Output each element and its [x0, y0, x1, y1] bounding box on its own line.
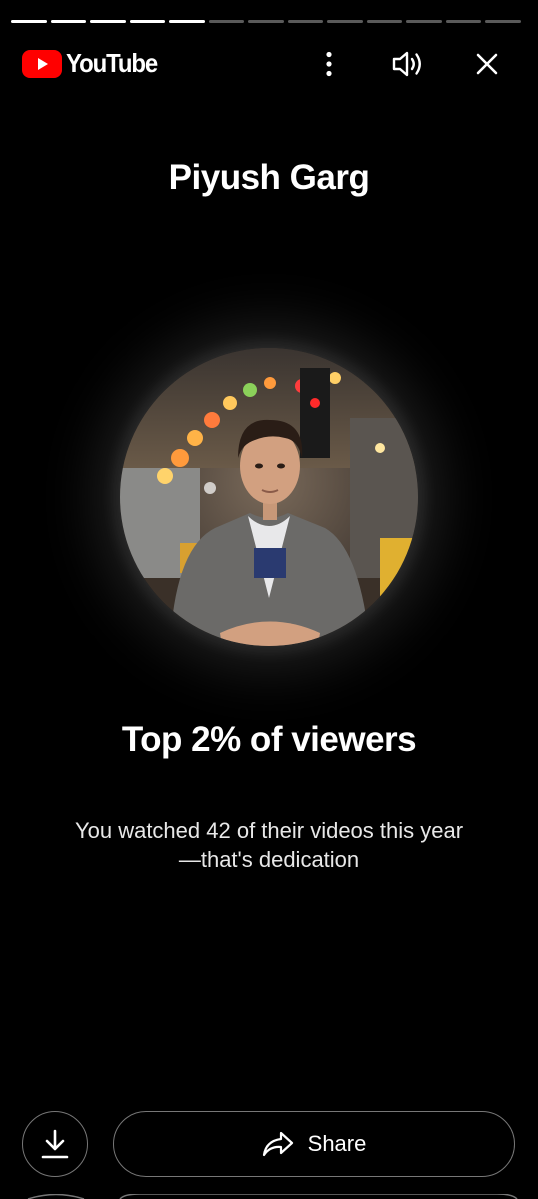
share-button[interactable]: Share — [113, 1111, 515, 1177]
progress-segment — [485, 20, 521, 23]
summary-message: You watched 42 of their videos this year… — [40, 816, 498, 874]
top-bar: YouTube — [0, 40, 538, 86]
share-label: Share — [307, 1131, 367, 1156]
logo-text: YouTube — [66, 48, 158, 78]
progress-segment — [11, 20, 47, 23]
close-icon — [476, 53, 498, 75]
share-arrow-icon — [262, 1131, 293, 1157]
progress-segment — [445, 20, 482, 23]
more-options-button[interactable] — [309, 44, 349, 84]
close-button[interactable] — [467, 44, 507, 84]
progress-segment — [248, 20, 284, 23]
summary-message-line1: You watched 42 of their videos this year — [74, 818, 464, 843]
download-icon — [41, 1129, 69, 1159]
progress-segment — [327, 20, 363, 23]
rank-title: Top 2% of viewers — [121, 720, 417, 759]
progress-segment — [129, 20, 166, 23]
story-progress-bar — [11, 20, 521, 23]
summary-message-line2: —that's dedication — [178, 847, 360, 872]
creator-avatar — [120, 348, 418, 646]
sound-button[interactable] — [388, 44, 428, 84]
more-vertical-icon — [326, 51, 332, 77]
volume-icon — [392, 51, 421, 77]
progress-segment — [406, 20, 442, 23]
creator-name: Piyush Garg — [168, 158, 370, 197]
progress-segment — [366, 20, 403, 23]
progress-segment — [90, 20, 126, 23]
progress-segment — [208, 20, 245, 23]
youtube-logo: YouTube — [22, 48, 165, 79]
bottom-edge-decoration — [27, 1194, 518, 1199]
progress-segment — [287, 20, 324, 23]
download-button[interactable] — [22, 1111, 88, 1177]
youtube-play-icon — [22, 49, 62, 78]
progress-segment — [50, 20, 87, 23]
progress-segment — [169, 20, 205, 23]
